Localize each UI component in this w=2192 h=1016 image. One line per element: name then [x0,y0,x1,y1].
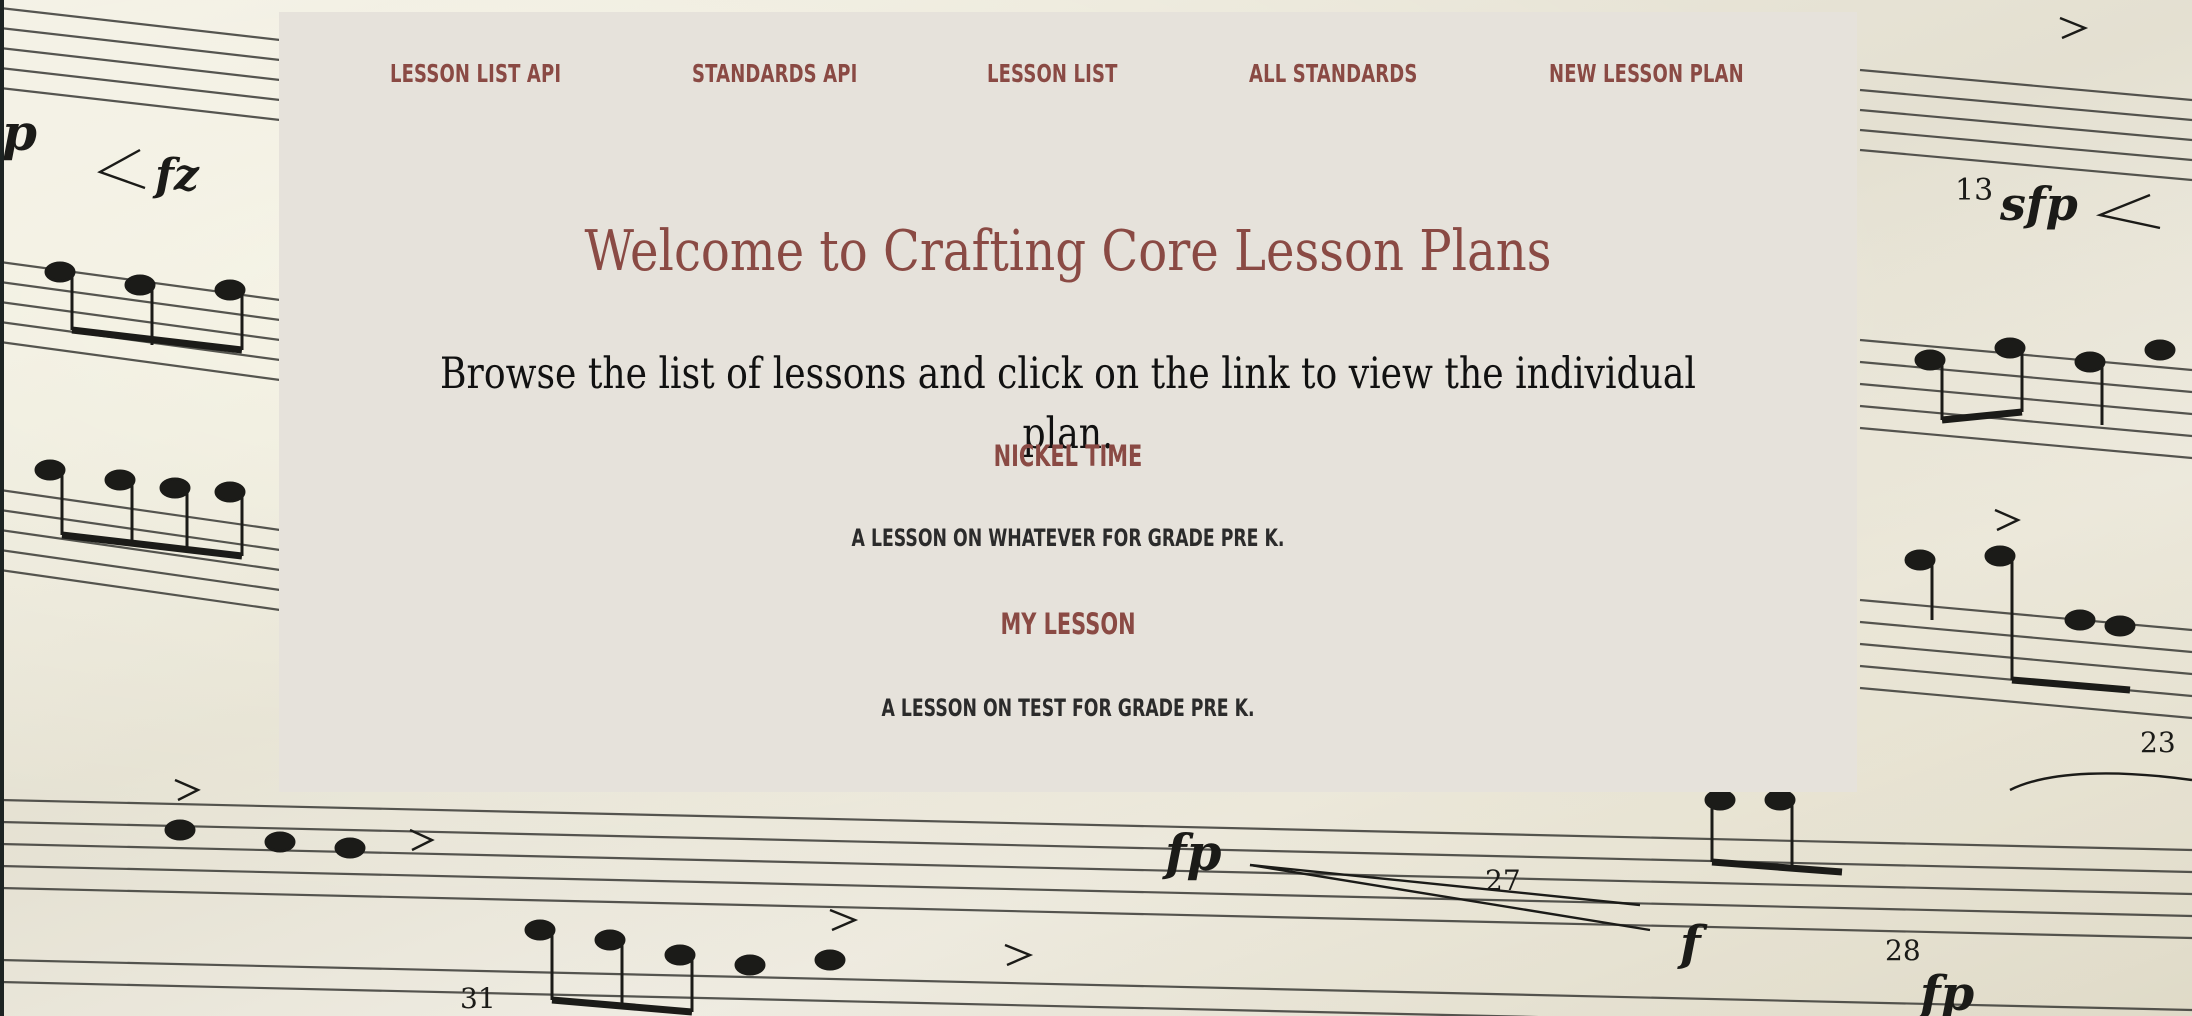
content-card: Lesson List API Standards API Lesson Lis… [279,12,1857,792]
nav-link-standards-api[interactable]: Standards API [692,52,857,96]
window-frame-edge [0,0,4,1016]
lesson-description: A lesson on whatever for grade Pre K. [851,524,1285,552]
lesson-link-nickel-time[interactable]: Nickel Time [500,436,1636,476]
lesson-description: A lesson on test for grade Pre K. [881,694,1255,722]
nav-link-all-standards[interactable]: All Standards [1249,52,1417,96]
bar-number-28: 28 [1885,934,1921,967]
top-navigation: Lesson List API Standards API Lesson Lis… [279,12,1857,132]
page-title: Welcome to Crafting Core Lesson Plans [584,219,1552,284]
bar-number-31: 31 [460,982,496,1015]
dynamic-mark-sfp: sfp [1999,177,2078,231]
dynamic-mark-fp-1: fp [1162,823,1222,882]
dynamic-mark-p: p [2,103,37,162]
dynamic-mark-fz: fz [152,150,200,201]
dynamic-mark-fp-2: fp [1917,966,1974,1016]
bar-number-23: 23 [2140,726,2176,759]
dynamic-mark-f: f [1677,916,1708,972]
nav-link-lesson-list[interactable]: Lesson List [987,52,1118,96]
nav-link-new-lesson-plan[interactable]: New Lesson Plan [1549,52,1744,96]
nav-link-lesson-list-api[interactable]: Lesson List API [390,52,561,96]
bar-number-13: 13 [1955,173,1993,208]
lesson-link-my-lesson[interactable]: My Lesson [500,604,1636,644]
